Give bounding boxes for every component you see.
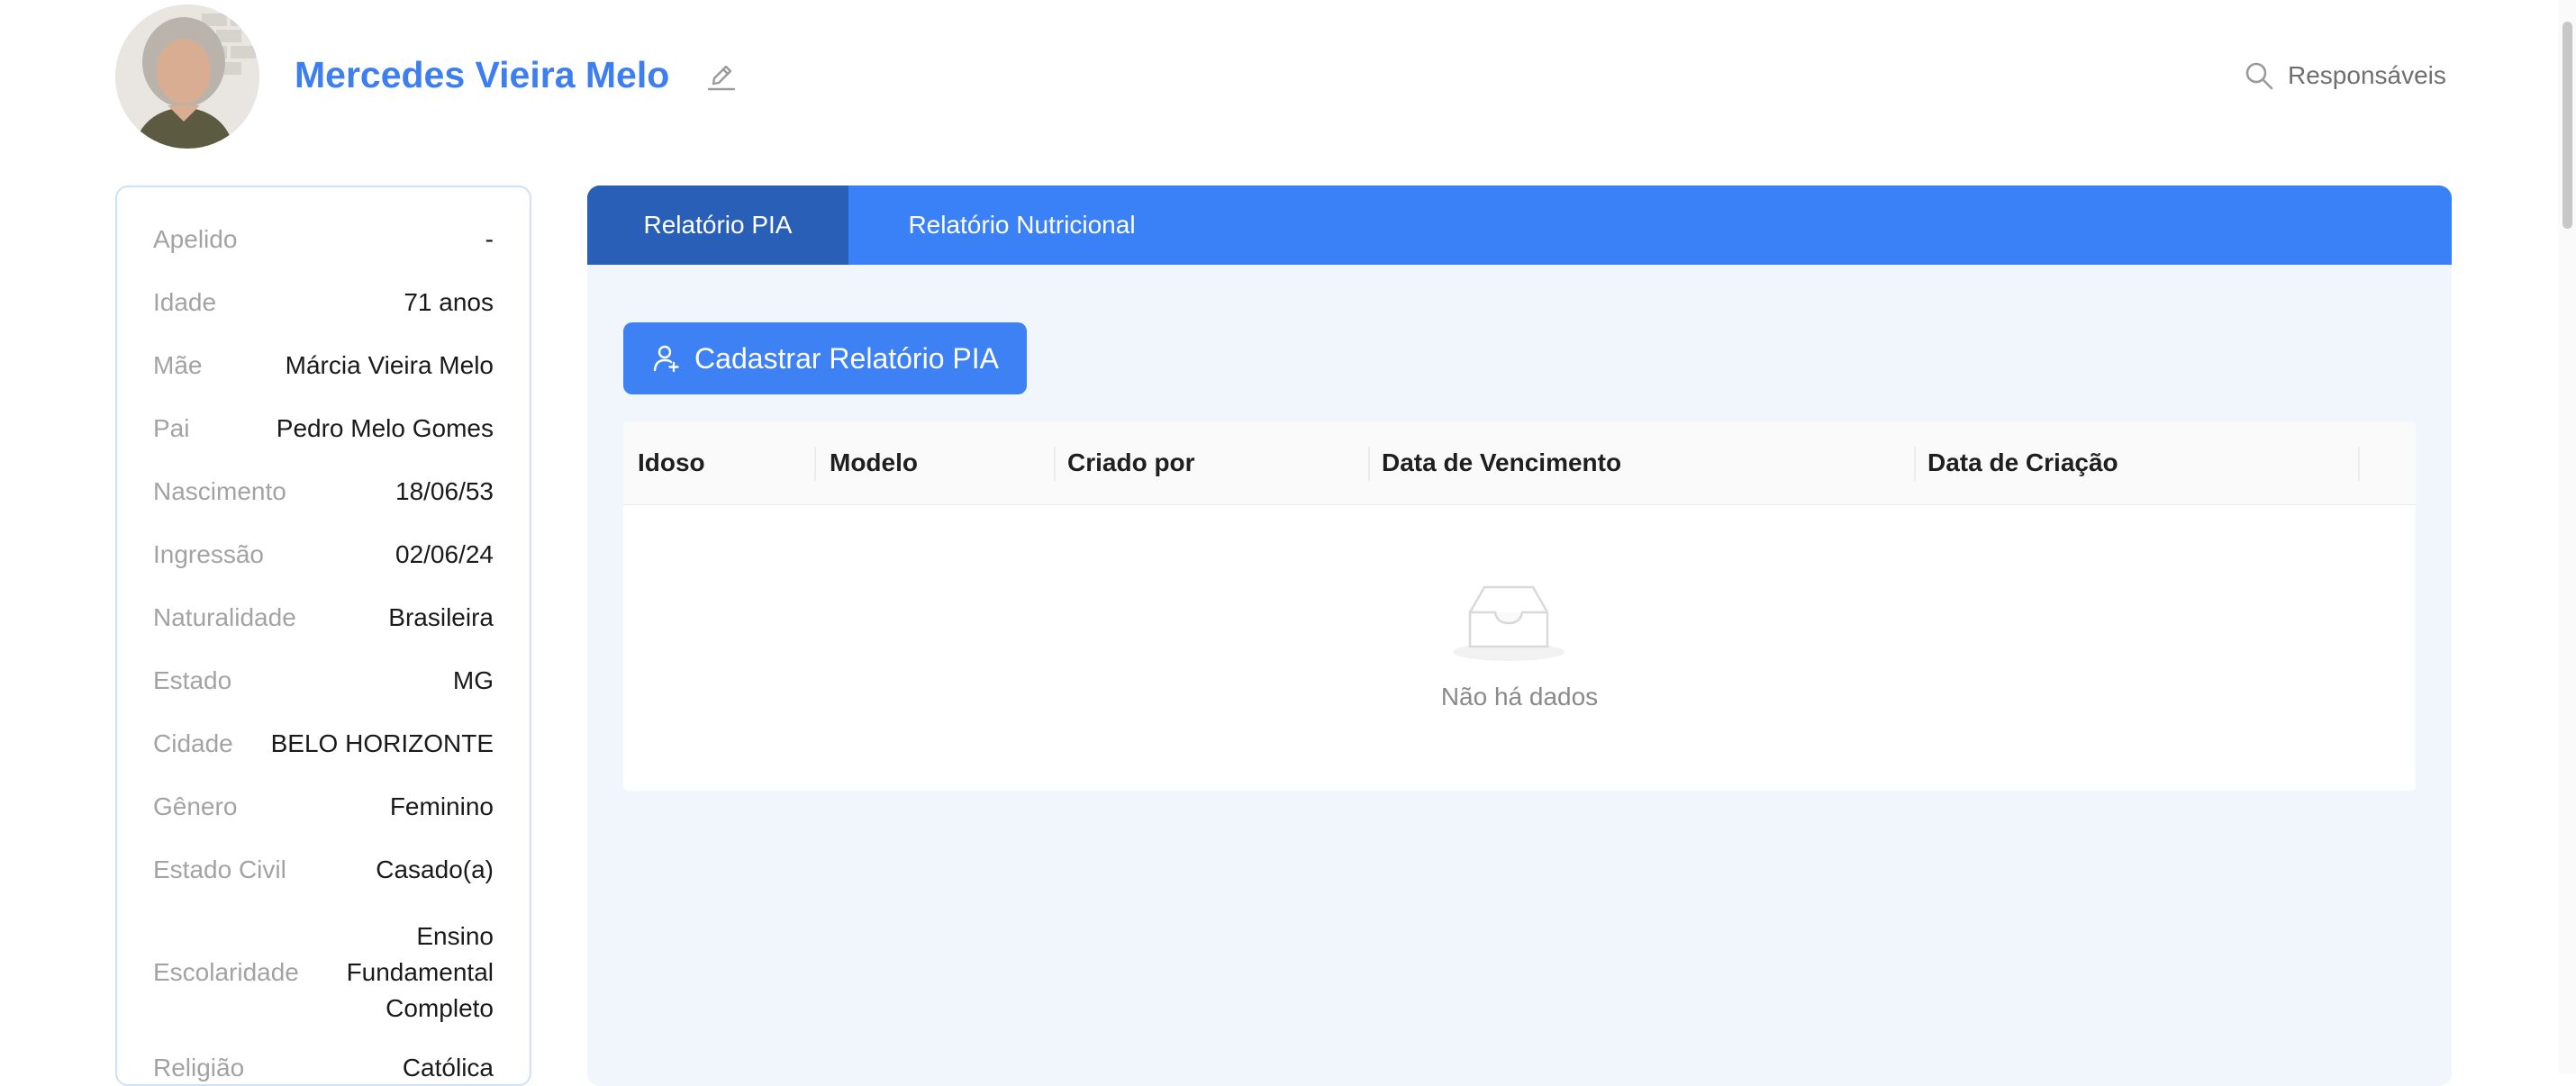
field-label: Estado (153, 666, 232, 694)
user-add-icon (653, 345, 679, 373)
field-value: Brasileira (388, 603, 494, 631)
field-label: Pai (153, 414, 190, 442)
reports-table: Idoso Modelo Criado por Data de Vencimen… (623, 421, 2416, 791)
field-label: Gênero (153, 792, 238, 820)
scrollbar[interactable] (2558, 0, 2576, 1073)
tab-relatorio-pia[interactable]: Relatório PIA (587, 186, 848, 265)
field-value: Ensino Fundamental Completo (347, 919, 494, 1027)
avatar (115, 5, 259, 149)
inbox-empty-icon (1453, 585, 1565, 661)
field-label: Escolaridade (153, 958, 299, 986)
field-value-line: Fundamental (346, 958, 494, 986)
profile-row-escolaridade: Escolaridade Ensino Fundamental Completo (153, 919, 494, 1027)
profile-row-pai: Pai Pedro Melo Gomes (153, 414, 494, 443)
table-header: Idoso Modelo Criado por Data de Vencimen… (623, 421, 2416, 505)
reports-panel: Relatório PIA Relatório Nutricional Cada… (587, 186, 2452, 1086)
profile-row-genero: Gênero Feminino (153, 792, 494, 821)
column-header-data-vencimento[interactable]: Data de Vencimento (1367, 421, 1914, 504)
tab-relatorio-nutricional[interactable]: Relatório Nutricional (848, 186, 1195, 265)
search-icon (2245, 62, 2273, 90)
field-label: Naturalidade (153, 603, 296, 631)
profile-card: Apelido - Idade 71 anos Mãe Márcia Vieir… (115, 186, 531, 1086)
edit-icon[interactable] (704, 59, 739, 94)
add-relatorio-pia-button[interactable]: Cadastrar Relatório PIA (623, 322, 1027, 394)
tab-bar: Relatório PIA Relatório Nutricional (587, 186, 2452, 265)
profile-row-cidade: Cidade BELO HORIZONTE (153, 729, 494, 758)
field-value: Católica (402, 1054, 494, 1081)
field-value: Pedro Melo Gomes (276, 414, 494, 442)
profile-row-religiao: Religião Católica (153, 1054, 494, 1082)
field-value: BELO HORIZONTE (270, 729, 494, 757)
column-header-idoso[interactable]: Idoso (623, 421, 814, 504)
field-value-line: Completo (385, 994, 494, 1022)
empty-state-text: Não há dados (1440, 683, 1599, 710)
scrollbar-thumb[interactable] (2562, 22, 2572, 229)
field-value: Feminino (389, 792, 494, 820)
field-label: Religião (153, 1054, 245, 1081)
field-value: - (485, 225, 494, 253)
empty-state: Não há dados (623, 504, 2416, 791)
profile-row-naturalidade: Naturalidade Brasileira (153, 603, 494, 632)
field-label: Idade (153, 288, 217, 316)
profile-row-idade: Idade 71 anos (153, 288, 494, 317)
field-label: Ingressão (153, 540, 264, 568)
field-label: Cidade (153, 729, 233, 757)
profile-row-mae: Mãe Márcia Vieira Melo (153, 351, 494, 380)
profile-row-estado: Estado MG (153, 666, 494, 695)
column-header-criado-por[interactable]: Criado por (1053, 421, 1368, 504)
profile-row-ingressao: Ingressão 02/06/24 (153, 540, 494, 569)
profile-row-apelido: Apelido - (153, 225, 494, 254)
field-value: 02/06/24 (395, 540, 494, 568)
field-label: Estado Civil (153, 855, 286, 883)
field-value: Casado(a) (376, 855, 494, 883)
add-relatorio-pia-label: Cadastrar Relatório PIA (694, 341, 999, 375)
field-label: Apelido (153, 225, 238, 253)
profile-row-nascimento: Nascimento 18/06/53 (153, 477, 494, 506)
profile-row-estado-civil: Estado Civil Casado(a) (153, 855, 494, 884)
field-label: Nascimento (153, 477, 286, 505)
field-value: 18/06/53 (395, 477, 494, 505)
field-value: Márcia Vieira Melo (285, 351, 494, 379)
field-value: 71 anos (404, 288, 494, 316)
field-value: MG (452, 666, 494, 694)
column-header-modelo[interactable]: Modelo (815, 421, 1054, 504)
field-label: Mãe (153, 351, 203, 379)
responsaveis-label: Responsáveis (2288, 61, 2446, 89)
person-name: Mercedes Vieira Melo (295, 54, 670, 95)
field-value-line: Ensino (416, 922, 494, 950)
column-header-data-criacao[interactable]: Data de Criação (1913, 421, 2356, 504)
column-divider (2358, 447, 2360, 481)
responsaveis-link[interactable]: Responsáveis (2243, 59, 2446, 92)
